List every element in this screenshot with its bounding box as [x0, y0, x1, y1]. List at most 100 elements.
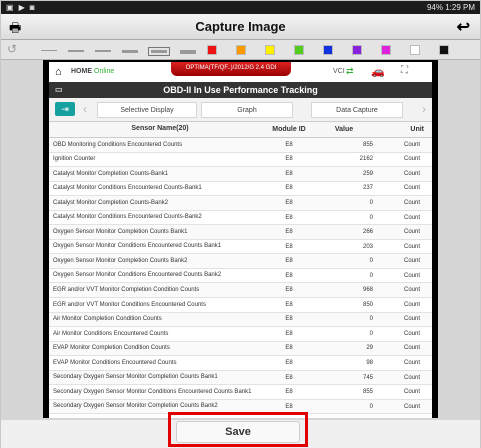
color-swatch[interactable] — [352, 45, 362, 55]
unit-cell: Count — [403, 185, 420, 192]
play-notification-icon: ▶ — [18, 3, 25, 12]
module-id-cell: E8 — [285, 359, 293, 366]
value-cell: 850 — [362, 301, 373, 308]
sensor-name-cell: Catalyst Monitor Completion Counts-Bank2 — [53, 199, 169, 206]
sensor-table: Sensor Name(20) Module ID Value Unit OBD… — [49, 122, 432, 418]
color-swatch[interactable] — [410, 45, 420, 55]
header-sensor-name[interactable]: Sensor Name(20) — [49, 126, 267, 133]
app-header: ⌂ HOME Online OPTIMA(TF/QF..)/2012/G 2.4… — [49, 62, 432, 82]
exit-icon[interactable]: ⇥ — [55, 102, 75, 116]
line-selected-tool[interactable] — [148, 47, 170, 56]
table-row[interactable]: Oxygen Sensor Monitor Conditions Encount… — [49, 240, 432, 255]
chevron-right-icon[interactable]: › — [422, 102, 426, 116]
value-cell: 0 — [369, 403, 373, 410]
undo-icon[interactable]: ↺ — [7, 42, 17, 56]
color-swatch[interactable] — [236, 45, 246, 55]
module-id-cell: E8 — [285, 330, 293, 337]
table-row[interactable]: Catalyst Monitor Conditions Encountered … — [49, 211, 432, 226]
value-cell: 968 — [362, 287, 373, 294]
header-unit[interactable]: Unit — [377, 126, 432, 133]
value-cell: 259 — [362, 170, 373, 177]
unit-cell: Count — [403, 243, 420, 250]
home-icon[interactable]: ⌂ — [55, 66, 62, 78]
module-id-cell: E8 — [285, 243, 293, 250]
module-id-cell: E8 — [285, 156, 293, 163]
table-row[interactable]: Air Monitor Completion Condition Counts E… — [49, 312, 432, 328]
color-swatch[interactable] — [381, 45, 391, 55]
value-cell: 0 — [369, 199, 373, 206]
drawing-toolbar: ↺ — [1, 40, 480, 60]
color-swatch[interactable] — [207, 45, 217, 55]
unit-cell: Count — [403, 258, 420, 265]
table-row[interactable]: EVAP Monitor Completion Condition Counts… — [49, 341, 432, 357]
header-module-id[interactable]: Module ID — [267, 126, 311, 133]
table-row[interactable]: Oxygen Sensor Monitor Completion Counts … — [49, 254, 432, 269]
value-cell: 237 — [362, 185, 373, 192]
tab-bar: ⇥ ‹ Selective Display Graph Data Capture… — [49, 98, 432, 122]
line-thick-tool[interactable] — [95, 50, 111, 52]
sensor-name-cell: Oxygen Sensor Monitor Completion Counts … — [53, 228, 188, 235]
page-header: ▭ OBD-II In Use Performance Tracking — [49, 82, 432, 98]
color-swatch[interactable] — [323, 45, 333, 55]
line-medium-tool[interactable] — [68, 50, 84, 52]
save-button[interactable]: Save — [176, 421, 300, 443]
window-title: Capture Image — [195, 19, 286, 34]
module-id-cell: E8 — [285, 229, 293, 236]
value-cell: 0 — [369, 272, 373, 279]
sensor-name-cell: EVAP Monitor Completion Condition Counts — [53, 345, 170, 352]
header-value[interactable]: Value — [311, 126, 377, 133]
table-row[interactable]: Catalyst Monitor Completion Counts-Bank2… — [49, 196, 432, 211]
module-id-cell: E8 — [285, 258, 293, 265]
obd-icon: ▭ — [55, 85, 63, 94]
color-swatch[interactable] — [439, 45, 449, 55]
table-row[interactable]: Oxygen Sensor Monitor Conditions Encount… — [49, 269, 432, 284]
line-max-tool[interactable] — [180, 50, 196, 54]
back-arrow-icon[interactable]: ↩ — [457, 17, 470, 37]
color-swatch[interactable] — [294, 45, 304, 55]
sensor-name-cell: EVAP Monitor Conditions Encountered Coun… — [53, 359, 177, 366]
image-notification-icon: ▣ — [6, 3, 14, 12]
sensor-name-cell: Secondary Oxygen Sensor Monitor Conditio… — [53, 388, 252, 395]
screenshot-icon[interactable]: ⛶ — [401, 65, 408, 76]
unit-cell: Count — [403, 403, 420, 410]
chevron-left-icon[interactable]: ‹ — [83, 102, 87, 116]
color-swatch[interactable] — [265, 45, 275, 55]
table-row[interactable]: EVAP Monitor Conditions Encountered Coun… — [49, 356, 432, 371]
page-title: OBD-II In Use Performance Tracking — [163, 85, 318, 95]
vci-label: VCI — [333, 68, 345, 75]
table-row[interactable]: Catalyst Monitor Completion Counts-Bank1… — [49, 167, 432, 182]
module-id-cell: E8 — [285, 272, 293, 279]
table-row[interactable]: Secondary Oxygen Sensor Monitor Conditio… — [49, 385, 432, 400]
home-label[interactable]: HOME — [71, 68, 92, 75]
table-row[interactable]: EGR and/or VVT Monitor Completion Condit… — [49, 283, 432, 299]
tab-data-capture[interactable]: Data Capture — [311, 102, 403, 118]
app-notification-icon: ◙ — [29, 3, 35, 12]
sensor-name-cell: Catalyst Monitor Conditions Encountered … — [53, 214, 202, 221]
sensor-name-cell: Ignition Counter — [53, 156, 96, 163]
table-row[interactable]: EGR and/or VVT Monitor Conditions Encoun… — [49, 298, 432, 313]
tab-selective-display[interactable]: Selective Display — [97, 102, 197, 118]
line-thin-tool[interactable] — [41, 50, 57, 51]
value-cell: 0 — [369, 330, 373, 337]
unit-cell: Count — [403, 359, 420, 366]
car-icon[interactable]: 🚗 — [371, 65, 385, 78]
table-row[interactable]: Air Monitor Conditions Encountered Count… — [49, 327, 432, 342]
unit-cell: Count — [403, 229, 420, 236]
status-clock: 94% 1:29 PM — [426, 3, 475, 12]
line-heavy-tool[interactable] — [122, 50, 138, 53]
module-id-cell: E8 — [285, 301, 293, 308]
printer-icon[interactable]: 🖶 — [9, 19, 21, 41]
table-row[interactable]: Catalyst Monitor Conditions Encountered … — [49, 182, 432, 197]
value-cell: 29 — [366, 345, 373, 352]
table-row[interactable]: Secondary Oxygen Sensor Monitor Completi… — [49, 370, 432, 386]
sensor-name-cell: Oxygen Sensor Monitor Conditions Encount… — [53, 272, 222, 279]
table-row[interactable]: Ignition Counter E8 2162 Count — [49, 153, 432, 168]
table-row[interactable]: Oxygen Sensor Monitor Completion Counts … — [49, 225, 432, 240]
table-row[interactable]: OBD Monitoring Conditions Encountered Co… — [49, 138, 432, 153]
module-id-cell: E8 — [285, 403, 293, 410]
captured-screen: ⌂ HOME Online OPTIMA(TF/QF..)/2012/G 2.4… — [43, 60, 438, 418]
value-cell: 203 — [362, 243, 373, 250]
unit-cell: Count — [403, 374, 420, 381]
tab-graph[interactable]: Graph — [201, 102, 293, 118]
vehicle-banner[interactable]: OPTIMA(TF/QF..)/2012/G 2.4 GDI — [171, 62, 291, 76]
